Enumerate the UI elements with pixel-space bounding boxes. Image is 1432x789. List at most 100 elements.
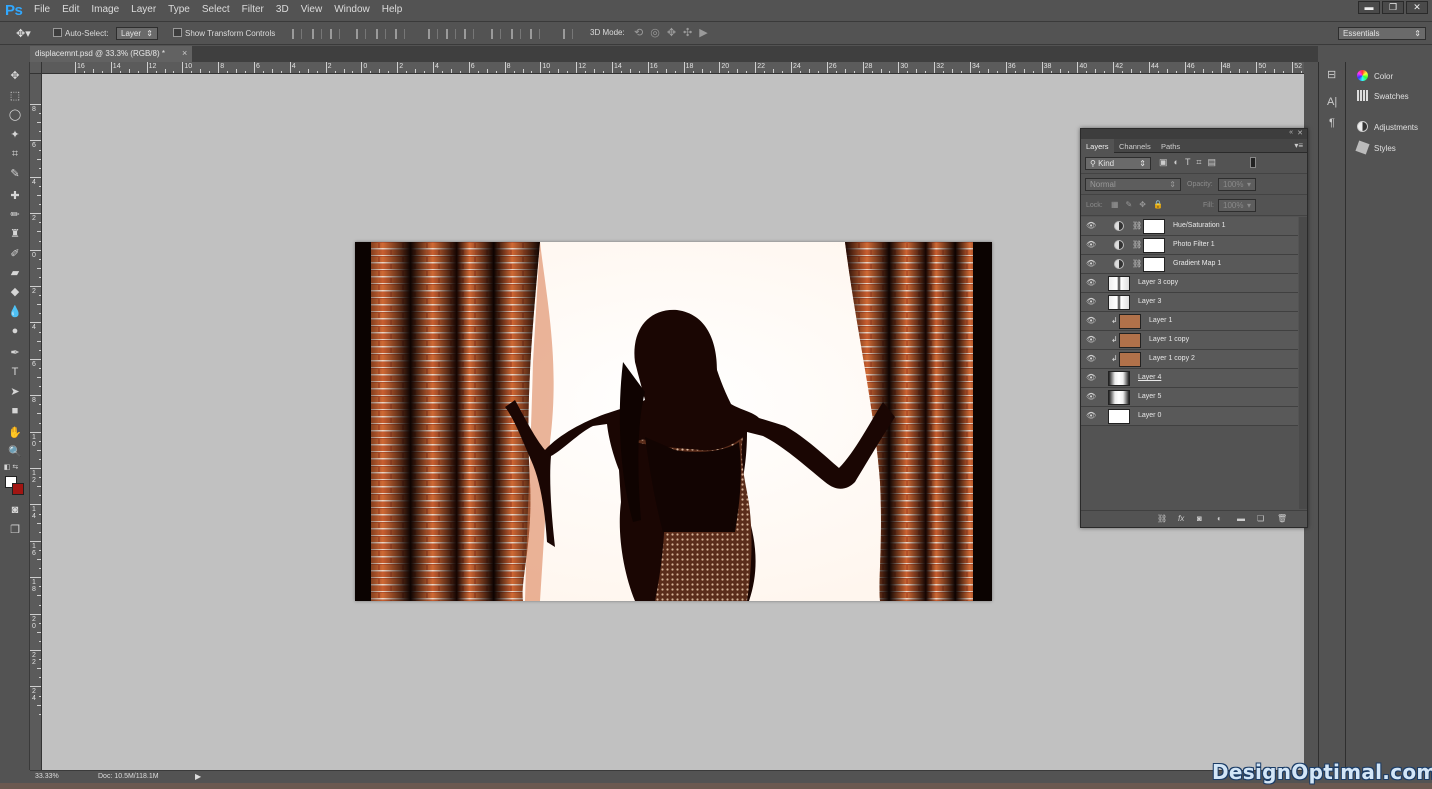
dock-item-color[interactable]: Color (1357, 70, 1393, 86)
fx-icon[interactable]: fx (1178, 514, 1184, 523)
eye-icon[interactable]: 👁 (1086, 317, 1096, 325)
auto-select-target-dropdown[interactable]: Layer ⇕ (116, 27, 158, 40)
zoom-level[interactable]: 33.33% (35, 773, 59, 780)
layer-row[interactable]: 👁 Layer 3 copy (1081, 274, 1298, 293)
layer-name[interactable]: Hue/Saturation 1 (1173, 222, 1226, 229)
distribute-left-icon[interactable] (491, 29, 501, 39)
mask-thumbnail[interactable] (1143, 238, 1165, 253)
ruler-corner[interactable] (30, 62, 42, 74)
tab-channels[interactable]: Channels (1114, 139, 1156, 153)
tab-paths[interactable]: Paths (1156, 139, 1185, 153)
layer-row[interactable]: 👁 Layer 3 (1081, 293, 1298, 312)
layer-thumbnail[interactable] (1119, 333, 1141, 348)
layer-thumbnail[interactable] (1108, 371, 1130, 386)
filter-kind-dropdown[interactable]: ⚲ Kind ⇕ (1085, 157, 1151, 170)
distribute-vcenter-icon[interactable] (446, 29, 456, 39)
layer-thumbnail[interactable] (1108, 409, 1130, 424)
workspace-dropdown[interactable]: Essentials ⇕ (1338, 27, 1426, 40)
layer-row[interactable]: 👁 ↲ Layer 1 copy 2 (1081, 350, 1298, 369)
menu-window[interactable]: Window (334, 4, 370, 15)
layer-row[interactable]: 👁 ↲ Layer 1 copy (1081, 331, 1298, 350)
layer-name[interactable]: Layer 5 (1138, 393, 1161, 400)
hand-tool-icon[interactable]: ✋ (7, 425, 23, 441)
eye-icon[interactable]: 👁 (1086, 222, 1096, 230)
screen-mode-icon[interactable]: ❐ (7, 522, 23, 538)
panel-menu-icon[interactable]: ▾≡ (1294, 141, 1303, 150)
layer-name[interactable]: Layer 3 copy (1138, 279, 1178, 286)
layer-name[interactable]: Layer 3 (1138, 298, 1161, 305)
eye-icon[interactable]: 👁 (1086, 393, 1096, 401)
background-color-swatch[interactable] (12, 483, 24, 495)
healing-brush-tool-icon[interactable]: ✚ (7, 188, 23, 204)
layer-name[interactable]: Layer 4 (1138, 374, 1161, 381)
brush-tool-icon[interactable]: ✏ (7, 207, 23, 223)
layer-row[interactable]: 👁 ↲ Layer 1 (1081, 312, 1298, 331)
type-tool-icon[interactable]: T (7, 364, 23, 380)
status-menu-arrow-icon[interactable]: ▶ (195, 772, 201, 781)
filter-toggle-icon[interactable] (1250, 157, 1256, 168)
menu-view[interactable]: View (301, 4, 323, 15)
link-layers-icon[interactable]: ⛓ (1157, 514, 1167, 523)
show-transform-checkbox[interactable]: Show Transform Controls (173, 28, 275, 38)
layer-thumbnail[interactable] (1119, 352, 1141, 367)
layer-name[interactable]: Layer 1 (1149, 317, 1172, 324)
align-bottom-icon[interactable] (330, 29, 340, 39)
layer-row[interactable]: 👁 Layer 0 (1081, 407, 1298, 426)
blend-mode-dropdown[interactable]: Normal ⇕ (1085, 178, 1181, 191)
eye-icon[interactable]: 👁 (1086, 279, 1096, 287)
rectangle-tool-icon[interactable]: ■ (7, 403, 23, 419)
auto-select-checkbox[interactable]: Auto-Select: (53, 28, 109, 38)
zoom-tool-icon[interactable]: 🔍 (7, 444, 23, 460)
move-tool-preset-icon[interactable]: ✥▾ (16, 27, 31, 40)
align-hcenter-icon[interactable] (376, 29, 386, 39)
align-top-icon[interactable] (292, 29, 302, 39)
distribute-top-icon[interactable] (428, 29, 438, 39)
layers-scrollbar[interactable] (1299, 217, 1307, 509)
ruler-left[interactable]: 8 6 4 2 0 2 4 6 8 10 12 14 16 18 20 22 24 (30, 74, 42, 770)
menu-select[interactable]: Select (202, 4, 230, 15)
link-icon[interactable]: ⛓ (1132, 240, 1142, 249)
close-panel-icon[interactable]: ✕ (1297, 129, 1303, 137)
mask-thumbnail[interactable] (1143, 257, 1165, 272)
menu-layer[interactable]: Layer (131, 4, 156, 15)
menu-help[interactable]: Help (382, 4, 403, 15)
delete-layer-icon[interactable]: 🗑 (1277, 514, 1287, 523)
document-tab[interactable]: displacemnt.psd @ 33.3% (RGB/8) * × (30, 46, 192, 62)
tab-layers[interactable]: Layers (1081, 139, 1114, 153)
paint-bucket-tool-icon[interactable]: ◆ (7, 284, 23, 300)
menu-filter[interactable]: Filter (242, 4, 264, 15)
eye-icon[interactable]: 👁 (1086, 260, 1096, 268)
menu-file[interactable]: File (34, 4, 50, 15)
menu-image[interactable]: Image (91, 4, 119, 15)
layer-name[interactable]: Layer 1 copy 2 (1149, 355, 1195, 362)
layer-thumbnail[interactable] (1119, 314, 1141, 329)
menu-3d[interactable]: 3D (276, 4, 289, 15)
new-adjustment-icon[interactable]: ◐ (1217, 514, 1222, 523)
layer-thumbnail[interactable] (1108, 390, 1130, 405)
document-image[interactable] (355, 242, 992, 601)
layer-row[interactable]: 👁 ⛓ Gradient Map 1 (1081, 255, 1298, 274)
layer-thumbnail[interactable] (1108, 276, 1130, 291)
add-mask-icon[interactable]: ◙ (1197, 514, 1202, 523)
link-icon[interactable]: ⛓ (1132, 221, 1142, 230)
ruler-top[interactable]: 16 14 12 10 8 6 4 2 0 2 4 6 8 10 12 14 16 18 20 22 24 26 28 30 3… (42, 62, 1304, 74)
eye-icon[interactable]: 👁 (1086, 298, 1096, 306)
clone-stamp-tool-icon[interactable]: ♜ (7, 226, 23, 242)
eye-icon[interactable]: 👁 (1086, 336, 1096, 344)
move-tool-icon[interactable]: ✥ (7, 68, 23, 84)
mask-thumbnail[interactable] (1143, 219, 1165, 234)
distribute-bottom-icon[interactable] (464, 29, 474, 39)
character-panel-icon[interactable]: A| (1327, 96, 1337, 108)
layer-name[interactable]: Gradient Map 1 (1173, 260, 1221, 267)
history-brush-tool-icon[interactable]: ✐ (7, 246, 23, 262)
menu-type[interactable]: Type (168, 4, 190, 15)
layer-name[interactable]: Layer 1 copy (1149, 336, 1189, 343)
link-icon[interactable]: ⛓ (1132, 259, 1142, 268)
crop-tool-icon[interactable]: ⌗ (7, 146, 23, 162)
path-selection-tool-icon[interactable]: ➤ (7, 384, 23, 400)
layer-name[interactable]: Layer 0 (1138, 412, 1161, 419)
align-vcenter-icon[interactable] (312, 29, 322, 39)
lock-icons[interactable]: ▦✎✥🔒 (1111, 200, 1170, 209)
eye-icon[interactable]: 👁 (1086, 241, 1096, 249)
fill-input[interactable]: 100% ▾ (1218, 199, 1256, 212)
